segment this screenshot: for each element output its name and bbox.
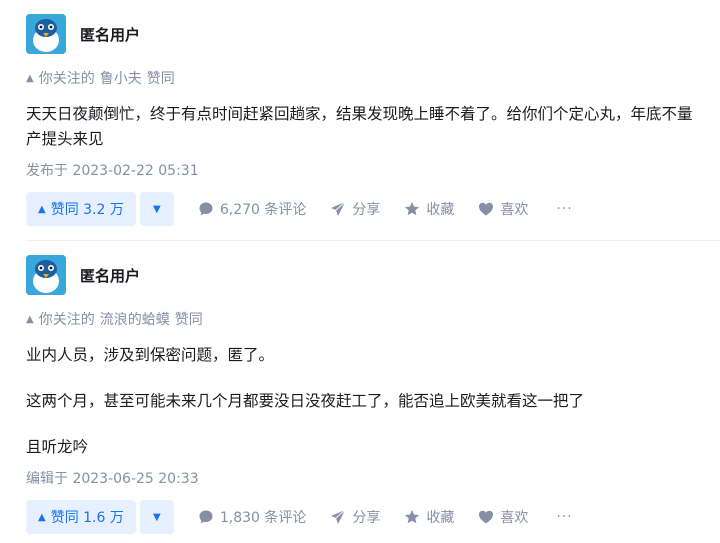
upvote-label: 赞同 1.6 万 xyxy=(50,510,124,526)
paper-plane-icon xyxy=(331,509,346,524)
upvote-button[interactable]: ▲ 赞同 3.2 万 xyxy=(26,192,136,226)
avatar[interactable] xyxy=(26,255,66,295)
blue-bird-avatar-icon xyxy=(26,255,66,295)
action-bar: ▲ 赞同 3.2 万 ▼ 6,270 条评论 分享 收藏 喜欢 ··· xyxy=(26,192,694,226)
favorite-label: 收藏 xyxy=(426,510,455,526)
downvote-button[interactable]: ▼ xyxy=(139,192,174,226)
follow-user-link[interactable]: 鲁小夫 xyxy=(100,68,142,88)
follow-suffix: 赞同 xyxy=(174,312,203,328)
follow-activity: ▲ 你关注的 流浪的蛤蟆 赞同 xyxy=(26,309,694,329)
like-button[interactable]: 喜欢 xyxy=(478,507,528,527)
triangle-down-icon: ▼ xyxy=(153,203,161,215)
edit-time[interactable]: 编辑于 2023-06-25 20:33 xyxy=(26,468,694,488)
favorite-label: 收藏 xyxy=(426,202,455,218)
like-label: 喜欢 xyxy=(500,510,529,526)
comment-bubble-icon xyxy=(199,202,213,216)
content-paragraph: 且听龙吟 xyxy=(26,438,89,456)
star-icon xyxy=(405,202,420,216)
favorite-button[interactable]: 收藏 xyxy=(404,199,454,219)
author-name[interactable]: 匿名用户 xyxy=(80,265,140,286)
blue-bird-avatar-icon xyxy=(26,14,66,54)
comment-label: 6,270 条评论 xyxy=(219,202,307,218)
downvote-button[interactable]: ▼ xyxy=(139,500,174,534)
answer-content[interactable]: 业内人员，涉及到保密问题，匿了。 这两个月，甚至可能未来几个月都要没日没夜赶工了… xyxy=(26,343,694,460)
like-button[interactable]: 喜欢 xyxy=(478,199,528,219)
content-paragraph: 天天日夜颠倒忙，终于有点时间赶紧回趟家，结果发现晚上睡不着了。给你们个定心丸，年… xyxy=(26,105,693,148)
more-options-button[interactable]: ··· xyxy=(556,509,572,525)
share-button[interactable]: 分享 xyxy=(330,199,380,219)
content-paragraph: 业内人员，涉及到保密问题，匿了。 xyxy=(26,346,275,364)
share-button[interactable]: 分享 xyxy=(330,507,380,527)
author-row: 匿名用户 xyxy=(26,14,694,54)
upvote-button[interactable]: ▲ 赞同 1.6 万 xyxy=(26,500,136,534)
paper-plane-icon xyxy=(331,201,346,216)
follow-prefix: 你关注的 xyxy=(38,312,95,328)
heart-icon xyxy=(479,510,494,524)
comment-bubble-icon xyxy=(199,510,213,524)
like-label: 喜欢 xyxy=(500,202,529,218)
content-paragraph: 这两个月，甚至可能未来几个月都要没日没夜赶工了，能否追上欧美就看这一把了 xyxy=(26,392,585,410)
comment-button[interactable]: 6,270 条评论 xyxy=(198,199,307,219)
more-options-button[interactable]: ··· xyxy=(556,201,572,217)
author-row: 匿名用户 xyxy=(26,255,694,295)
comment-label: 1,830 条评论 xyxy=(219,510,307,526)
publish-time[interactable]: 发布于 2023-02-22 05:31 xyxy=(26,160,694,180)
follow-prefix: 你关注的 xyxy=(38,71,95,87)
share-label: 分享 xyxy=(352,510,381,526)
follow-user-link[interactable]: 流浪的蛤蟆 xyxy=(100,309,170,329)
follow-activity: ▲ 你关注的 鲁小夫 赞同 xyxy=(26,68,694,88)
avatar[interactable] xyxy=(26,14,66,54)
answer-card: 匿名用户 ▲ 你关注的 鲁小夫 赞同 天天日夜颠倒忙，终于有点时间赶紧回趟家，结… xyxy=(0,0,720,226)
author-name[interactable]: 匿名用户 xyxy=(80,24,140,45)
heart-icon xyxy=(479,202,494,216)
triangle-up-icon: ▲ xyxy=(38,511,46,523)
action-bar: ▲ 赞同 1.6 万 ▼ 1,830 条评论 分享 收藏 喜欢 ··· xyxy=(26,500,694,534)
triangle-up-icon: ▲ xyxy=(26,313,34,325)
answer-content[interactable]: 天天日夜颠倒忙，终于有点时间赶紧回趟家，结果发现晚上睡不着了。给你们个定心丸，年… xyxy=(26,102,694,152)
triangle-down-icon: ▼ xyxy=(153,511,161,523)
answer-card: 匿名用户 ▲ 你关注的 流浪的蛤蟆 赞同 业内人员，涉及到保密问题，匿了。 这两… xyxy=(0,241,720,534)
star-icon xyxy=(405,510,420,524)
share-label: 分享 xyxy=(352,202,381,218)
favorite-button[interactable]: 收藏 xyxy=(404,507,454,527)
triangle-up-icon: ▲ xyxy=(26,72,34,84)
follow-suffix: 赞同 xyxy=(146,71,175,87)
upvote-label: 赞同 3.2 万 xyxy=(50,202,124,218)
comment-button[interactable]: 1,830 条评论 xyxy=(198,507,307,527)
triangle-up-icon: ▲ xyxy=(38,203,46,215)
